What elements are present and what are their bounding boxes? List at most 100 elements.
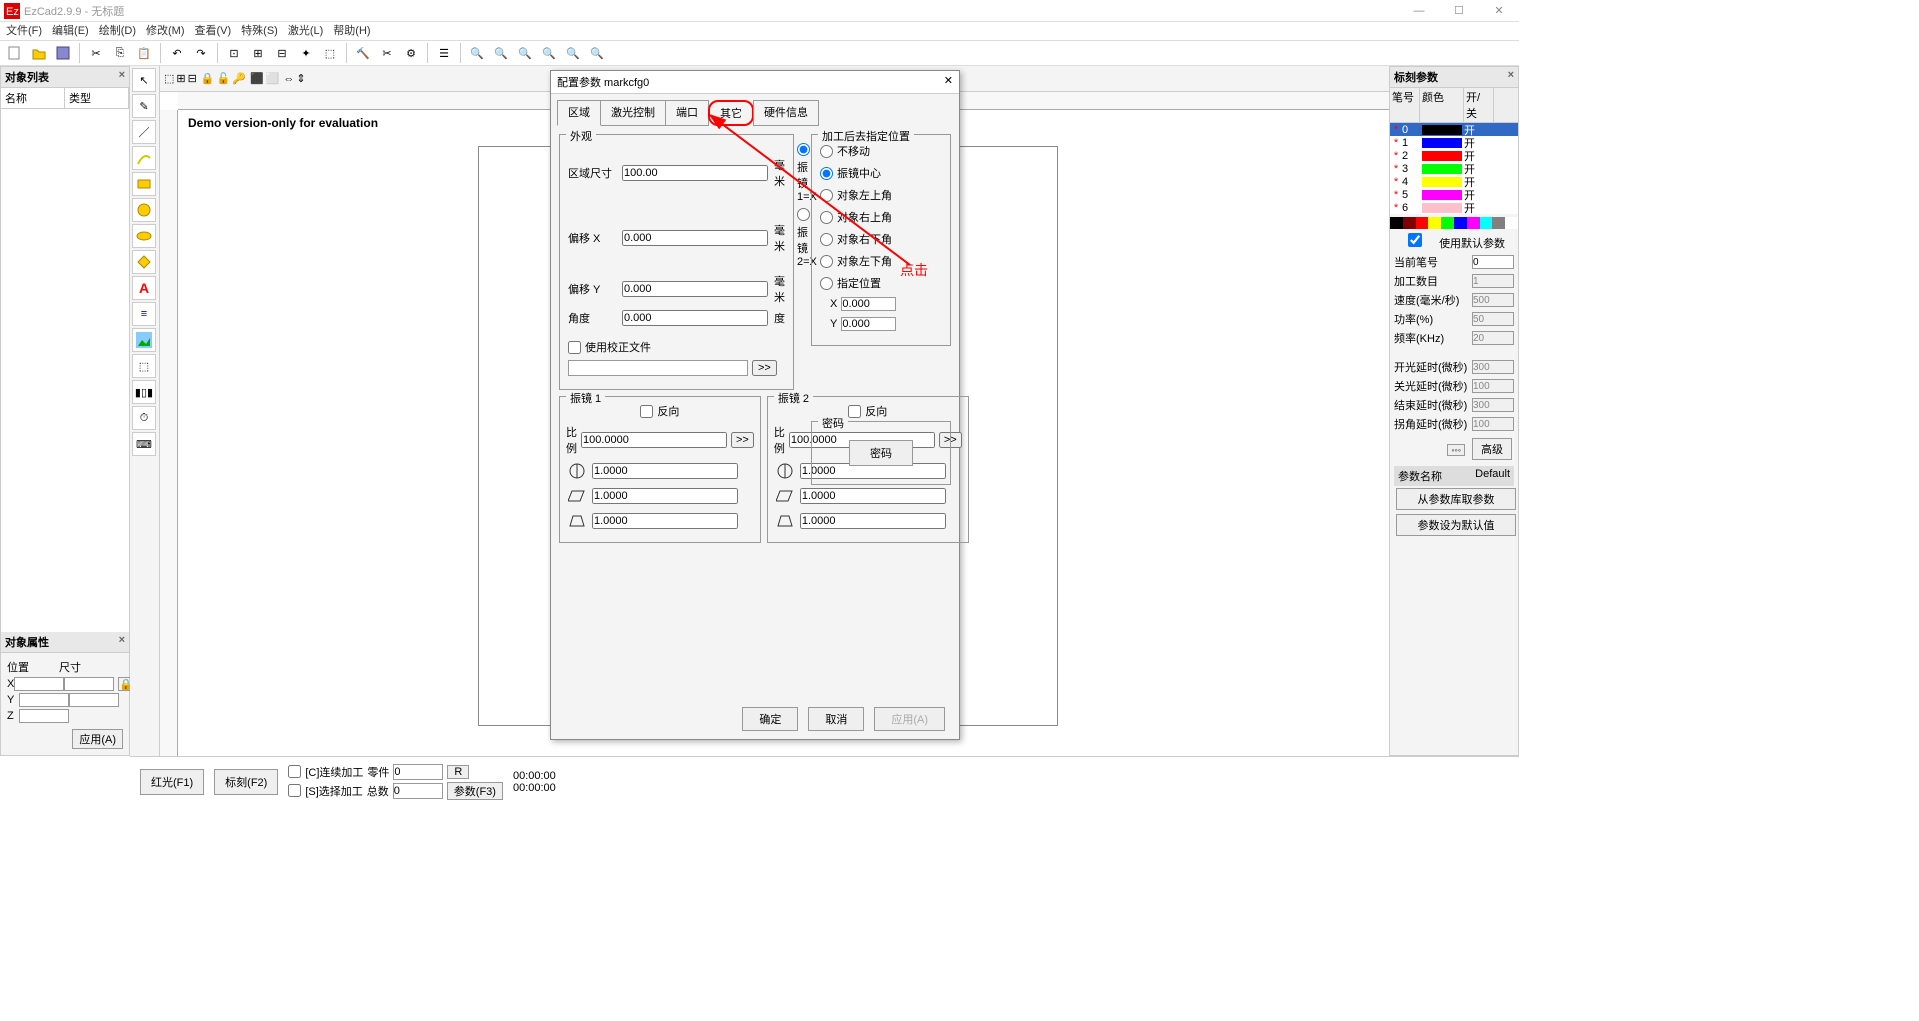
barcode-icon[interactable]: ▮▯▮ xyxy=(132,380,156,404)
line-icon[interactable]: ／ xyxy=(132,120,156,144)
tab-laser[interactable]: 激光控制 xyxy=(600,100,666,126)
goto-y-input[interactable] xyxy=(841,317,896,331)
advanced-button[interactable]: 高级 xyxy=(1472,438,1512,460)
cal-file-input[interactable] xyxy=(568,360,748,376)
size-y-input[interactable] xyxy=(69,693,119,707)
offset-y-input[interactable] xyxy=(622,281,768,297)
red-light-button[interactable]: 红光(F1) xyxy=(140,769,204,795)
object-list[interactable] xyxy=(1,109,129,632)
bars-icon[interactable]: ☰ xyxy=(433,42,455,64)
select-icon[interactable]: ↖ xyxy=(132,68,156,92)
rect-icon[interactable] xyxy=(132,172,156,196)
wrench-icon[interactable]: ✂ xyxy=(376,42,398,64)
angle-input[interactable] xyxy=(622,310,768,326)
apply-dialog-button[interactable]: 应用(A) xyxy=(874,707,945,731)
palette-swatch[interactable] xyxy=(1428,217,1441,229)
settings-icon[interactable]: ⚙ xyxy=(400,42,422,64)
use-default-checkbox[interactable] xyxy=(1394,233,1436,247)
hammer-icon[interactable]: 🔨 xyxy=(352,42,374,64)
tab-area[interactable]: 区域 xyxy=(557,100,601,126)
tb2-1-icon[interactable]: ⬚ xyxy=(164,72,174,85)
palette-swatch[interactable] xyxy=(1390,217,1403,229)
tb2-ungroup-icon[interactable]: ⬜ xyxy=(266,72,280,85)
tb2-2-icon[interactable]: ⊞ xyxy=(176,72,185,85)
zoom-out-icon[interactable]: 🔍 xyxy=(514,42,536,64)
cancel-button[interactable]: 取消 xyxy=(808,707,864,731)
close-panel-icon[interactable]: × xyxy=(119,69,125,85)
menu-special[interactable]: 特殊(S) xyxy=(241,22,278,40)
goto-radio-6[interactable] xyxy=(820,277,833,290)
tool-b-icon[interactable]: ⊞ xyxy=(247,42,269,64)
tool-a-icon[interactable]: ⊡ xyxy=(223,42,245,64)
goto-radio-2[interactable] xyxy=(820,189,833,202)
image-icon[interactable] xyxy=(132,328,156,352)
open-icon[interactable] xyxy=(28,42,50,64)
pen-row[interactable]: *5开 xyxy=(1390,188,1518,201)
tb2-unlock-icon[interactable]: 🔓 xyxy=(217,72,231,85)
text-icon[interactable]: A xyxy=(132,276,156,300)
input-icon[interactable]: ⌨ xyxy=(132,432,156,456)
tb2-group-icon[interactable]: ⬛ xyxy=(250,72,264,85)
tb2-3-icon[interactable]: ⊟ xyxy=(188,72,197,85)
goto-radio-5[interactable] xyxy=(820,255,833,268)
pen-row[interactable]: *3开 xyxy=(1390,162,1518,175)
tool-e-icon[interactable]: ⬚ xyxy=(319,42,341,64)
palette-swatch[interactable] xyxy=(1441,217,1454,229)
off-delay-input[interactable] xyxy=(1472,379,1514,393)
cut-icon[interactable]: ✂ xyxy=(85,42,107,64)
close-props-icon[interactable]: × xyxy=(119,634,125,650)
minimize-button[interactable]: — xyxy=(1399,0,1439,22)
small-btn[interactable]: ◦◦◦ xyxy=(1447,444,1465,456)
close-mark-icon[interactable]: × xyxy=(1508,69,1514,85)
goto-radio-4[interactable] xyxy=(820,233,833,246)
menu-draw[interactable]: 绘制(D) xyxy=(99,22,136,40)
menu-help[interactable]: 帮助(H) xyxy=(333,22,370,40)
on-delay-input[interactable] xyxy=(1472,360,1514,374)
tab-other[interactable]: 其它 xyxy=(708,100,754,126)
total-count-input[interactable] xyxy=(393,783,443,799)
pen-row[interactable]: *0开 xyxy=(1390,123,1518,136)
circle-icon[interactable] xyxy=(132,198,156,222)
dialog-close-icon[interactable]: ✕ xyxy=(944,74,953,90)
goto-radio-0[interactable] xyxy=(820,145,833,158)
zoom-in-icon[interactable]: 🔍 xyxy=(490,42,512,64)
set-default-button[interactable]: 参数设为默认值 xyxy=(1396,514,1516,536)
hatch-icon[interactable]: ≡ xyxy=(132,302,156,326)
power-input[interactable] xyxy=(1472,312,1514,326)
r-button[interactable]: R xyxy=(447,765,469,779)
select-checkbox[interactable] xyxy=(288,784,301,797)
zoom-all-icon[interactable]: 🔍 xyxy=(586,42,608,64)
pen-row[interactable]: *6开 xyxy=(1390,201,1518,214)
menu-view[interactable]: 查看(V) xyxy=(195,22,232,40)
param-button[interactable]: 参数(F3) xyxy=(447,782,503,800)
password-button[interactable]: 密码 xyxy=(849,440,913,466)
mark-button[interactable]: 标刻(F2) xyxy=(214,769,278,795)
palette-swatch[interactable] xyxy=(1505,217,1518,229)
goto-radio-1[interactable] xyxy=(820,167,833,180)
undo-icon[interactable]: ↶ xyxy=(166,42,188,64)
zoom-window-icon[interactable]: 🔍 xyxy=(538,42,560,64)
pos-z-input[interactable] xyxy=(19,709,69,723)
new-icon[interactable] xyxy=(4,42,26,64)
galvo2-v2-input[interactable] xyxy=(800,488,946,504)
corner-delay-input[interactable] xyxy=(1472,417,1514,431)
continuous-checkbox[interactable] xyxy=(288,765,301,778)
browse-cal-button[interactable]: >> xyxy=(752,360,777,376)
paste-icon[interactable]: 📋 xyxy=(133,42,155,64)
tool-d-icon[interactable]: ✦ xyxy=(295,42,317,64)
tab-port[interactable]: 端口 xyxy=(665,100,709,126)
goto-radio-3[interactable] xyxy=(820,211,833,224)
palette-swatch[interactable] xyxy=(1480,217,1493,229)
save-icon[interactable] xyxy=(52,42,74,64)
pen-row[interactable]: *4开 xyxy=(1390,175,1518,188)
load-params-button[interactable]: 从参数库取参数 xyxy=(1396,488,1516,510)
galvo1-ratio-input[interactable] xyxy=(581,432,727,448)
galvo1-v3-input[interactable] xyxy=(592,513,738,529)
palette-swatch[interactable] xyxy=(1467,217,1480,229)
offset-x-input[interactable] xyxy=(622,230,768,246)
galvo2x-radio[interactable] xyxy=(797,208,810,221)
part-count-input[interactable] xyxy=(393,764,443,780)
close-button[interactable]: ✕ xyxy=(1479,0,1519,22)
color-palette[interactable] xyxy=(1390,217,1518,229)
palette-swatch[interactable] xyxy=(1416,217,1429,229)
